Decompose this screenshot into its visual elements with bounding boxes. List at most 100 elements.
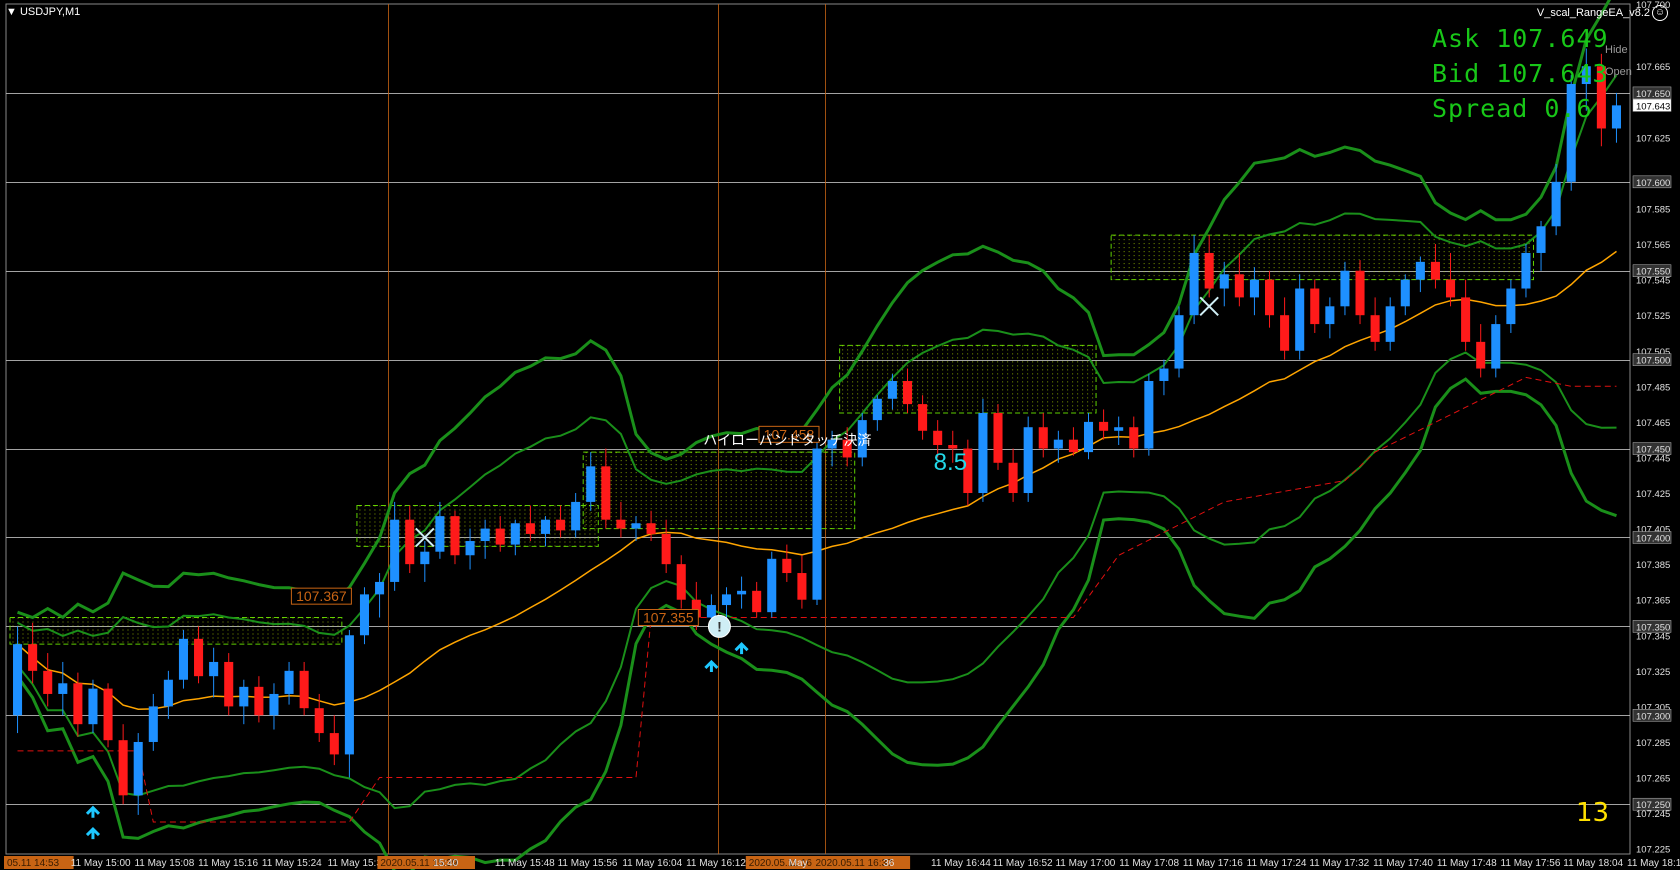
signal-value: 8.5: [934, 449, 967, 476]
candle-body: [1446, 279, 1456, 298]
candle-body: [1385, 306, 1395, 342]
candle-body: [933, 430, 943, 446]
y-tick-label: 107.565: [1636, 240, 1670, 251]
candle-body: [344, 635, 354, 755]
candle-body: [103, 688, 113, 741]
buy-arrow-icon: [85, 826, 101, 840]
candle-body: [58, 683, 68, 694]
chart-canvas[interactable]: 107.367107.458107.355ハイローバンドタッチ決済8.5! 10…: [0, 0, 1680, 870]
candle-body: [1174, 315, 1184, 369]
candle-body: [661, 533, 671, 565]
candle-body: [314, 708, 324, 734]
candle-body: [752, 590, 762, 613]
candle-body: [721, 594, 732, 606]
ask-quote: Ask 107.649: [1432, 24, 1609, 53]
candle-body: [1114, 427, 1124, 431]
range-box: [1110, 234, 1534, 281]
ea-name: V_scal_RangeEA_v8.2: [1536, 7, 1650, 19]
candle-body: [1219, 274, 1229, 289]
candle-body: [586, 466, 596, 502]
bid-quote: Bid 107.643: [1432, 59, 1609, 88]
candle-body: [133, 741, 143, 796]
candle-body: [1249, 279, 1259, 298]
candle-body: [797, 573, 807, 600]
x-tick-label: 11 May 16:52: [993, 858, 1053, 869]
y-tick-label: 107.400: [1636, 533, 1670, 544]
candle-body: [1264, 279, 1275, 316]
y-tick-label: 107.265: [1636, 774, 1670, 785]
y-tick-label: 107.650: [1636, 89, 1670, 100]
x-tick-label: 11 May 17:40: [1373, 858, 1433, 869]
candle-body: [1008, 462, 1018, 494]
candle-body: [1159, 368, 1169, 381]
candle-body: [540, 519, 551, 534]
x-tick-label: 2020.05.11 16:37: [816, 858, 894, 869]
candle-body: [1189, 252, 1199, 316]
candle-body: [1023, 427, 1033, 494]
candle-body: [163, 679, 173, 707]
y-tick-label: 107.445: [1636, 453, 1670, 464]
candle-body: [1310, 288, 1320, 325]
bar-counter: 13: [1576, 798, 1610, 828]
ea-smiley-icon[interactable]: ☺: [1652, 5, 1668, 21]
hide-button[interactable]: Hide: [1605, 44, 1628, 56]
candle-body: [1129, 427, 1139, 449]
y-tick-label: 107.525: [1636, 311, 1670, 322]
candle-body: [375, 581, 385, 595]
open-button[interactable]: Open: [1605, 66, 1632, 78]
candle-body: [1204, 252, 1214, 289]
price-chart[interactable]: 107.367 107.458 107.355 ハイローバンドタッチ決済 8.5! 10…: [0, 0, 1680, 870]
candle-body: [1280, 315, 1290, 351]
candle-body: [676, 564, 686, 600]
x-tick-label: 11 May 17:00: [1055, 858, 1115, 869]
candle-body: [1325, 306, 1335, 325]
candle-body: [782, 558, 792, 574]
x-tick-label: 11 May 16:04: [622, 858, 682, 869]
candle-body: [601, 466, 611, 520]
y-tick-label: 107.385: [1636, 560, 1670, 571]
candle-body: [872, 398, 882, 421]
candle-body: [465, 541, 475, 556]
candle-body: [525, 523, 535, 534]
candle-body: [556, 519, 566, 531]
x-tick-label: 11 May 18:12: [1627, 858, 1680, 869]
candle-body: [209, 661, 219, 677]
candle-body: [1295, 288, 1305, 351]
candle-body: [1506, 288, 1516, 325]
y-tick-label: 107.425: [1636, 489, 1670, 500]
candle-body: [1521, 252, 1531, 289]
candle-body: [43, 670, 53, 694]
candle-body: [1461, 297, 1471, 342]
range-price-label: 107.355: [643, 609, 694, 625]
y-tick-label: 107.325: [1636, 667, 1670, 678]
candle-body: [1536, 226, 1546, 253]
x-tick-label: 11 May 15:48: [495, 858, 555, 869]
collapse-triangle-icon[interactable]: ▼: [6, 6, 17, 18]
candle-body: [1144, 380, 1154, 449]
candle-body: [1234, 274, 1244, 298]
candle-body: [1083, 421, 1094, 453]
y-tick-label: 107.285: [1636, 738, 1670, 749]
candle-body: [495, 528, 505, 545]
candle-body: [329, 733, 339, 755]
y-tick-label: 107.665: [1636, 62, 1670, 73]
candle-body: [646, 523, 656, 534]
y-tick-label: 107.585: [1636, 204, 1670, 215]
x-tick-label: 11 May 17:08: [1119, 858, 1179, 869]
buy-arrow-icon: [85, 805, 101, 818]
candle-body: [284, 670, 294, 694]
buy-arrow-icon: [704, 659, 719, 672]
candle-body: [1491, 324, 1501, 369]
x-tick-label: 11 May 18:04: [1563, 858, 1623, 869]
candle-body: [435, 516, 445, 552]
candle-body: [194, 638, 204, 677]
symbol-title-text: USDJPY,M1: [19, 6, 81, 18]
candle-body: [450, 516, 460, 556]
trade-cross-icon: [1199, 296, 1219, 317]
candle-body: [978, 412, 988, 494]
candle-body: [118, 740, 128, 796]
y-tick-label: 107.500: [1636, 356, 1670, 367]
candle-body: [269, 693, 279, 716]
candle-body: [993, 412, 1003, 463]
y-tick-label: 107.600: [1636, 178, 1670, 189]
